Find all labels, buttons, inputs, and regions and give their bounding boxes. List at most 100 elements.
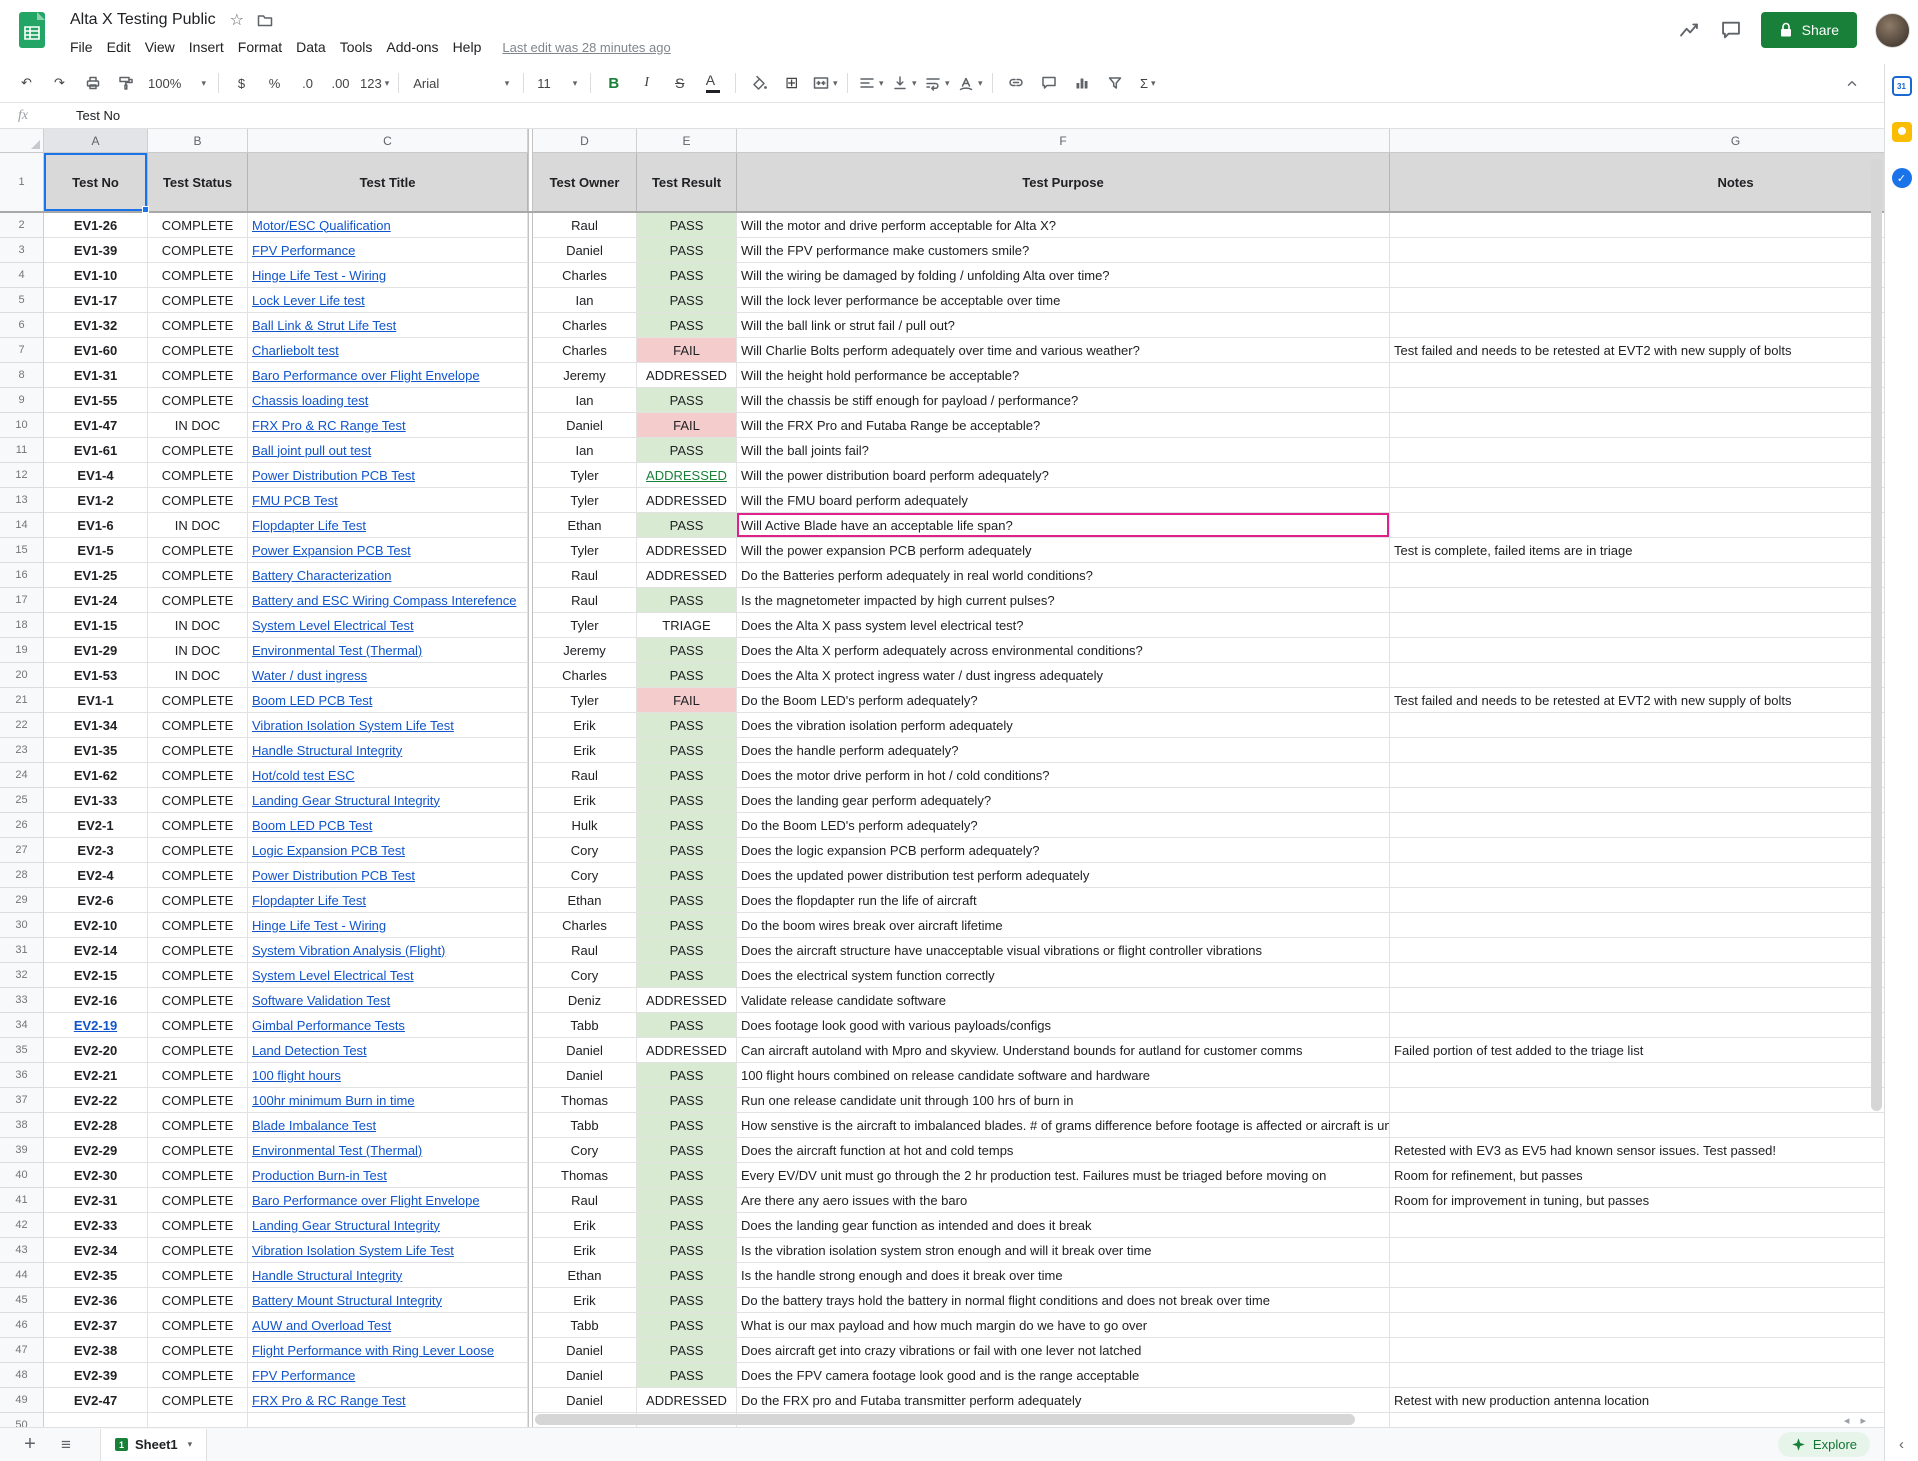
cell-test-owner[interactable]: Daniel — [533, 1363, 637, 1388]
cell-test-result[interactable]: PASS — [637, 313, 737, 338]
explore-button[interactable]: Explore — [1778, 1432, 1870, 1457]
cell-test-result[interactable]: PASS — [637, 1063, 737, 1088]
cell-notes[interactable] — [1390, 363, 1884, 388]
cell-notes[interactable] — [1390, 1213, 1884, 1238]
cell-test-status[interactable]: COMPLETE — [148, 688, 248, 713]
cell-test-result[interactable]: PASS — [637, 1088, 737, 1113]
cell-test-status[interactable]: COMPLETE — [148, 963, 248, 988]
cell-test-status[interactable]: COMPLETE — [148, 563, 248, 588]
cell-test-result[interactable]: ADDRESSED — [637, 538, 737, 563]
cell-test-title[interactable]: Landing Gear Structural Integrity — [248, 788, 528, 813]
cell-test-result[interactable]: PASS — [637, 1263, 737, 1288]
cell-test-status-header[interactable]: Test Status — [148, 153, 248, 211]
cell-test-no[interactable]: EV1-39 — [44, 238, 148, 263]
cell-test-no[interactable]: EV1-35 — [44, 738, 148, 763]
cell-test-purpose[interactable]: Do the boom wires break over aircraft li… — [737, 913, 1390, 938]
calendar-icon[interactable]: 31 — [1892, 76, 1912, 96]
cell-test-title[interactable]: Baro Performance over Flight Envelope — [248, 363, 528, 388]
cell-test-owner[interactable]: Ethan — [533, 513, 637, 538]
text-wrap-button[interactable]: ▾ — [920, 69, 953, 97]
cell-test-result[interactable]: PASS — [637, 913, 737, 938]
hide-toolbar-button[interactable] — [1835, 69, 1868, 97]
cell-notes[interactable] — [1390, 788, 1884, 813]
cell-test-status[interactable]: IN DOC — [148, 663, 248, 688]
cell-test-purpose[interactable]: Are there any aero issues with the baro — [737, 1188, 1390, 1213]
last-edit-link[interactable]: Last edit was 28 minutes ago — [502, 40, 670, 55]
cell-test-title[interactable]: Land Detection Test — [248, 1038, 528, 1063]
cell-test-title[interactable]: Flopdapter Life Test — [248, 888, 528, 913]
cell-test-title[interactable]: Charliebolt test — [248, 338, 528, 363]
cell-test-owner[interactable]: Erik — [533, 1238, 637, 1263]
row-number[interactable]: 38 — [0, 1113, 44, 1138]
cell-notes[interactable] — [1390, 213, 1884, 238]
cell-test-purpose[interactable]: Does the electrical system function corr… — [737, 963, 1390, 988]
cell-test-no[interactable]: EV1-53 — [44, 663, 148, 688]
row-number[interactable]: 40 — [0, 1163, 44, 1188]
cell-test-result[interactable]: PASS — [637, 1288, 737, 1313]
cell-notes[interactable] — [1390, 638, 1884, 663]
cell-test-title[interactable]: FPV Performance — [248, 238, 528, 263]
cell-test-owner[interactable]: Charles — [533, 313, 637, 338]
cell-test-owner[interactable]: Ian — [533, 288, 637, 313]
cell-test-purpose[interactable]: Will the power distribution board perfor… — [737, 463, 1390, 488]
cell-notes[interactable]: Test is complete, failed items are in tr… — [1390, 538, 1884, 563]
redo-button[interactable]: ↷ — [43, 69, 76, 97]
move-folder-icon[interactable] — [256, 11, 274, 29]
cell-test-owner[interactable]: Deniz — [533, 988, 637, 1013]
cell-notes[interactable] — [1390, 663, 1884, 688]
cell-test-result[interactable]: ADDRESSED — [637, 1038, 737, 1063]
cell-test-title[interactable]: Hot/cold test ESC — [248, 763, 528, 788]
cell-test-status[interactable]: COMPLETE — [148, 213, 248, 238]
row-number[interactable]: 36 — [0, 1063, 44, 1088]
row-number[interactable]: 20 — [0, 663, 44, 688]
row-number[interactable]: 19 — [0, 638, 44, 663]
cell-notes[interactable] — [1390, 913, 1884, 938]
cell-test-title[interactable]: Boom LED PCB Test — [248, 688, 528, 713]
cell-test-result[interactable]: PASS — [637, 288, 737, 313]
menu-addons[interactable]: Add-ons — [379, 37, 445, 57]
cell-test-status[interactable]: COMPLETE — [148, 738, 248, 763]
cell-test-result[interactable]: ADDRESSED — [637, 988, 737, 1013]
cell-notes[interactable] — [1390, 1013, 1884, 1038]
cell-test-result[interactable]: ADDRESSED — [637, 463, 737, 488]
cell-test-owner[interactable]: Charles — [533, 263, 637, 288]
cell-test-purpose[interactable]: Will the FMU board perform adequately — [737, 488, 1390, 513]
cell-test-title[interactable]: Hinge Life Test - Wiring — [248, 263, 528, 288]
print-button[interactable] — [76, 69, 109, 97]
cell-test-no[interactable]: EV1-17 — [44, 288, 148, 313]
cell-test-no[interactable]: EV1-1 — [44, 688, 148, 713]
cell-test-purpose[interactable]: Does the vibration isolation perform ade… — [737, 713, 1390, 738]
cell-test-result[interactable]: ADDRESSED — [637, 563, 737, 588]
cell-test-result[interactable]: PASS — [637, 713, 737, 738]
cell-test-title[interactable]: FRX Pro & RC Range Test — [248, 1388, 528, 1413]
cell-test-no-header[interactable]: Test No — [44, 153, 148, 211]
cell-test-owner[interactable]: Erik — [533, 738, 637, 763]
cell-test-result[interactable]: PASS — [637, 388, 737, 413]
cell-test-owner[interactable]: Tyler — [533, 688, 637, 713]
row-number[interactable]: 33 — [0, 988, 44, 1013]
cell-test-purpose[interactable]: Does the FPV camera footage look good an… — [737, 1363, 1390, 1388]
cell-test-title[interactable]: Gimbal Performance Tests — [248, 1013, 528, 1038]
cell-test-no[interactable]: EV2-36 — [44, 1288, 148, 1313]
cell-test-no[interactable]: EV2-21 — [44, 1063, 148, 1088]
cell-test-result[interactable]: PASS — [637, 213, 737, 238]
cell-test-purpose[interactable]: Is the magnetometer impacted by high cur… — [737, 588, 1390, 613]
cell-notes[interactable] — [1390, 588, 1884, 613]
cell-test-owner[interactable]: Cory — [533, 863, 637, 888]
cell-test-no[interactable]: EV2-29 — [44, 1138, 148, 1163]
cell-test-purpose[interactable]: Does the landing gear function as intend… — [737, 1213, 1390, 1238]
cell-test-status[interactable]: IN DOC — [148, 638, 248, 663]
avatar[interactable] — [1875, 13, 1910, 48]
row-number[interactable]: 26 — [0, 813, 44, 838]
row-number[interactable]: 34 — [0, 1013, 44, 1038]
menu-format[interactable]: Format — [231, 37, 289, 57]
column-header-A[interactable]: A — [44, 129, 148, 153]
text-rotation-button[interactable]: ▾ — [953, 69, 986, 97]
cell-test-title[interactable]: System Vibration Analysis (Flight) — [248, 938, 528, 963]
cell-test-owner[interactable]: Raul — [533, 763, 637, 788]
cell-test-owner[interactable]: Ethan — [533, 888, 637, 913]
cell-notes[interactable] — [1390, 988, 1884, 1013]
cell-test-no[interactable]: EV1-62 — [44, 763, 148, 788]
font-family-select[interactable]: Arial▾ — [405, 69, 517, 97]
cell-test-title[interactable]: Blade Imbalance Test — [248, 1113, 528, 1138]
